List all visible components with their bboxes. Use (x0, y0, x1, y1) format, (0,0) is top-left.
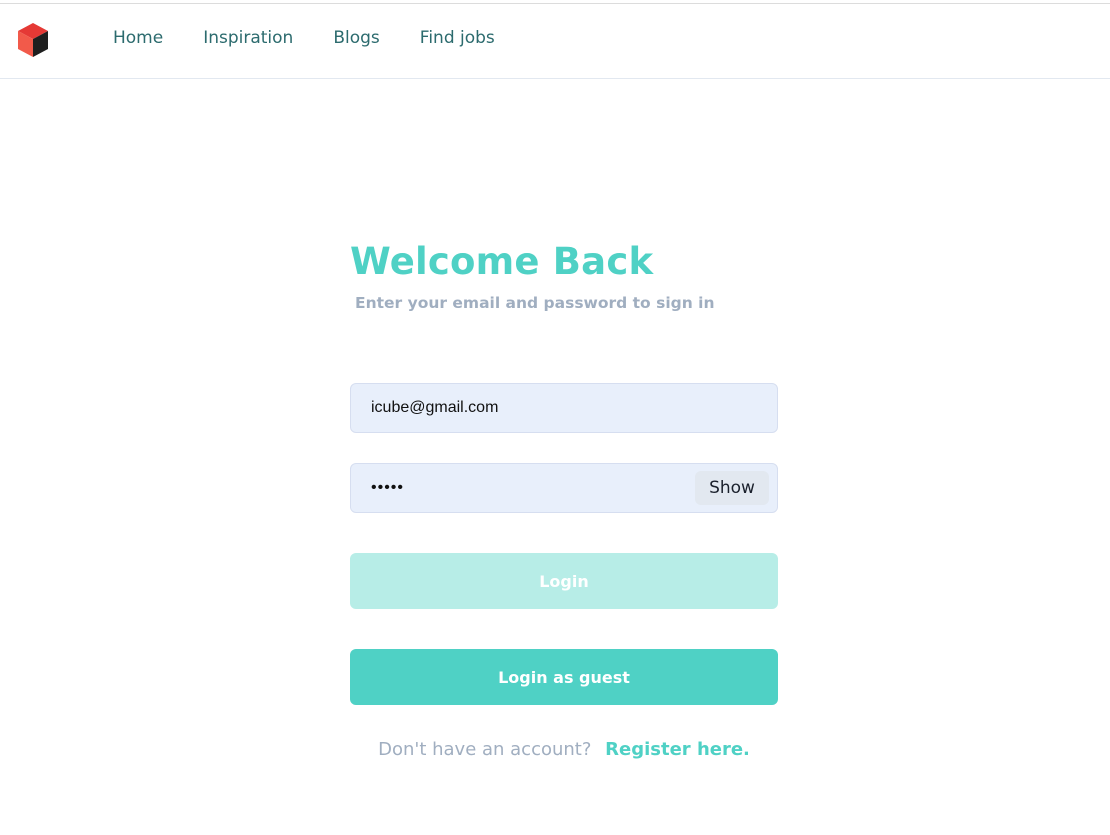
login-button[interactable]: Login (350, 553, 778, 609)
login-form: Welcome Back Enter your email and passwo… (350, 238, 778, 760)
page-subtitle: Enter your email and password to sign in (355, 294, 715, 312)
show-password-button[interactable]: Show (695, 471, 769, 505)
nav-find-jobs-link[interactable]: Find jobs (420, 28, 495, 48)
password-field: Show (350, 463, 778, 513)
register-link[interactable]: Register here. (605, 739, 750, 760)
register-prompt: Don't have an account? Register here. (350, 739, 778, 760)
email-field (350, 383, 778, 433)
nav-inspiration-link[interactable]: Inspiration (203, 28, 293, 48)
password-input[interactable] (371, 464, 691, 512)
register-question: Don't have an account? (378, 739, 592, 760)
cube-logo-icon[interactable] (13, 20, 53, 60)
nav-blogs-link[interactable]: Blogs (333, 28, 379, 48)
email-input[interactable] (371, 384, 691, 432)
page-title: Welcome Back (350, 240, 654, 283)
nav-home-link[interactable]: Home (113, 28, 163, 48)
main-nav: Home Inspiration Blogs Find jobs (113, 28, 535, 48)
navbar: Home Inspiration Blogs Find jobs (0, 4, 1110, 79)
login-as-guest-button[interactable]: Login as guest (350, 649, 778, 705)
